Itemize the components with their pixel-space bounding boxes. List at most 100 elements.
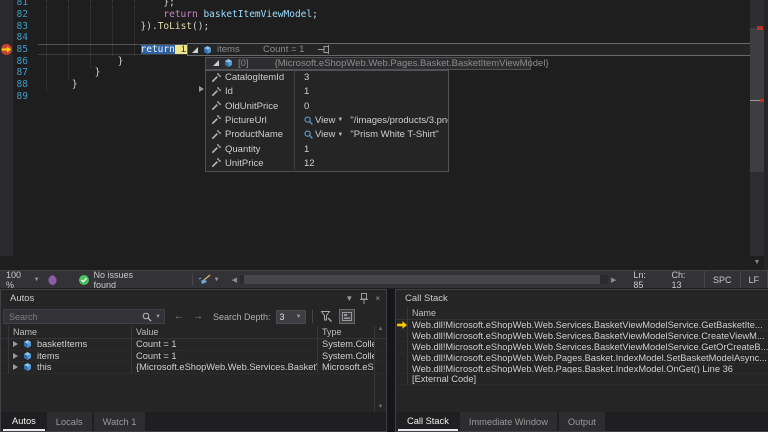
- editor-vertical-scrollbar[interactable]: [750, 0, 764, 256]
- filter-icon[interactable]: [319, 309, 335, 324]
- spaces-indicator[interactable]: SPC: [704, 271, 740, 288]
- tab-output[interactable]: Output: [559, 412, 605, 431]
- hscroll-right-arrow[interactable]: ▶: [611, 276, 616, 284]
- code-cleanup-icon[interactable]: [198, 274, 211, 285]
- code-line-82[interactable]: 82 return basketItemViewModel;: [0, 9, 746, 21]
- view-button[interactable]: View▼: [304, 115, 345, 126]
- autos-scrollbar-down[interactable]: ▼: [378, 404, 384, 410]
- tab-call-stack[interactable]: Call Stack: [398, 412, 458, 431]
- property-wrench-icon: [211, 87, 221, 97]
- search-caret-icon[interactable]: ▼: [155, 314, 161, 320]
- datatip-root-row[interactable]: items Count = 1: [187, 43, 753, 56]
- callstack-column-headers[interactable]: Name Lang ▲: [396, 307, 768, 320]
- datatip-property-row[interactable]: Id1: [206, 85, 448, 99]
- code-line-81[interactable]: 81 };: [0, 0, 746, 9]
- expander-closed-icon[interactable]: [199, 86, 204, 92]
- datatip-property-row[interactable]: CatalogItemId3: [206, 71, 448, 85]
- search-icon[interactable]: [142, 312, 152, 322]
- property-value-cell: 12: [294, 156, 448, 170]
- hscroll-left-arrow[interactable]: ◀: [232, 276, 237, 284]
- health-indicator-icon[interactable]: [48, 275, 57, 285]
- variable-name-cell[interactable]: basketItems: [9, 339, 131, 350]
- code-text[interactable]: }: [49, 79, 78, 90]
- code-text[interactable]: return basketItemViewModel;: [49, 9, 318, 20]
- variable-value[interactable]: Count = 1: [131, 351, 317, 362]
- code-text[interactable]: }).ToList();: [49, 21, 209, 32]
- autos-vertical-scrollbar[interactable]: ▼: [374, 374, 386, 413]
- variable-value[interactable]: {Microsoft.eShopWeb.Web.Services.BasketV…: [131, 362, 317, 373]
- editor-horizontal-scrollbar[interactable]: ◀ ▶: [232, 275, 617, 284]
- hscroll-thumb[interactable]: [244, 275, 600, 284]
- code-text[interactable]: }: [49, 56, 123, 67]
- code-editor[interactable]: 81 };82 return basketItemViewModel;83 })…: [0, 0, 768, 270]
- format-specifier-toggle-icon[interactable]: [339, 309, 355, 324]
- view-caret-icon[interactable]: ▼: [337, 117, 343, 123]
- variable-name-cell[interactable]: items: [9, 351, 131, 362]
- callstack-frame-row[interactable]: [External Code]: [396, 374, 768, 385]
- code-segment: }: [72, 79, 78, 90]
- variable-value[interactable]: Count = 1: [131, 339, 317, 350]
- datatip-property-row[interactable]: Quantity1: [206, 142, 448, 156]
- column-header-name[interactable]: Name: [408, 307, 768, 319]
- callstack-frame-row[interactable]: Web.dll!Microsoft.eShopWeb.Web.Services.…: [396, 331, 768, 342]
- frame-gutter: [396, 331, 408, 341]
- search-prev-icon[interactable]: ←: [174, 311, 184, 322]
- datatip-property-row[interactable]: ProductNameView▼"Prism White T-Shirt": [206, 128, 448, 142]
- scrollbar-down-arrow[interactable]: ▼: [750, 257, 764, 268]
- tab-locals[interactable]: Locals: [47, 412, 92, 431]
- view-button[interactable]: View▼: [304, 129, 345, 140]
- autos-row[interactable]: itemsCount = 1System.Collec...: [1, 351, 386, 363]
- column-header-value[interactable]: Value: [131, 326, 317, 338]
- datatip-property-row[interactable]: PictureUrlView▼"/images/products/3.png": [206, 113, 448, 127]
- zoom-caret-icon[interactable]: ▼: [34, 277, 40, 283]
- code-line-84[interactable]: 84: [0, 32, 746, 44]
- datatip-property-row[interactable]: UnitPrice12: [206, 156, 448, 170]
- issues-status-text[interactable]: No issues found: [94, 270, 156, 290]
- line-indicator[interactable]: Ln: 85: [626, 270, 664, 290]
- tab-autos[interactable]: Autos: [3, 412, 45, 431]
- zoom-control[interactable]: 100 %: [6, 270, 31, 290]
- line-ending-indicator[interactable]: LF: [740, 271, 768, 288]
- code-line-83[interactable]: 83 }).ToList();: [0, 20, 746, 32]
- code-text[interactable]: };: [49, 0, 175, 8]
- code-segment: basketItemViewModel: [203, 9, 312, 20]
- autos-title-bar[interactable]: Autos ▼ ×: [1, 290, 386, 307]
- property-value-cell: 1: [294, 85, 448, 99]
- datatip-element-row[interactable]: [0] {Microsoft.eShopWeb.Web.Pages.Basket…: [205, 57, 531, 70]
- code-text[interactable]: }: [49, 67, 101, 78]
- code-cleanup-caret-icon[interactable]: ▼: [214, 277, 220, 283]
- callstack-title-bar[interactable]: Call Stack ▼ ×: [396, 290, 768, 307]
- pin-icon[interactable]: [318, 45, 330, 54]
- tab-watch-1[interactable]: Watch 1: [94, 412, 146, 431]
- view-caret-icon[interactable]: ▼: [337, 132, 343, 138]
- search-next-icon[interactable]: →: [193, 311, 203, 322]
- callstack-frame-row[interactable]: Web.dll!Microsoft.eShopWeb.Web.Services.…: [396, 320, 768, 331]
- column-header-type[interactable]: Type: [317, 326, 374, 338]
- autos-column-headers[interactable]: Name Value Type ▲: [1, 326, 386, 339]
- callstack-frame-row[interactable]: Web.dll!Microsoft.eShopWeb.Web.Pages.Bas…: [396, 364, 768, 375]
- tab-immediate-window[interactable]: Immediate Window: [460, 412, 557, 431]
- callstack-frame-row[interactable]: Web.dll!Microsoft.eShopWeb.Web.Services.…: [396, 342, 768, 353]
- autos-row[interactable]: basketItemsCount = 1System.Collec...: [1, 339, 386, 351]
- expander-open-icon[interactable]: [213, 60, 219, 66]
- breakpoint-current-statement-icon[interactable]: [1, 44, 12, 55]
- column-indicator[interactable]: Ch: 13: [664, 270, 704, 290]
- column-header-name[interactable]: Name: [9, 326, 131, 338]
- search-input[interactable]: Search ▼: [3, 309, 165, 324]
- datatip-property-row[interactable]: OldUnitPrice0: [206, 99, 448, 113]
- callstack-frame-row[interactable]: Web.dll!Microsoft.eShopWeb.Web.Pages.Bas…: [396, 353, 768, 364]
- expander-closed-icon[interactable]: [13, 353, 18, 359]
- window-menu-icon[interactable]: ▼: [345, 294, 353, 303]
- autos-row[interactable]: this{Microsoft.eShopWeb.Web.Services.Bas…: [1, 362, 386, 374]
- object-icon: [22, 362, 33, 372]
- pin-icon[interactable]: [360, 293, 368, 304]
- property-value-cell: 3: [294, 71, 448, 85]
- expander-closed-icon[interactable]: [13, 341, 18, 347]
- search-depth-dropdown[interactable]: 3 ▼: [276, 310, 306, 324]
- autos-scrollbar-up[interactable]: ▲: [374, 326, 386, 338]
- variable-name-cell[interactable]: this: [9, 362, 131, 373]
- expander-open-icon[interactable]: [192, 47, 198, 53]
- hscroll-track[interactable]: [240, 275, 608, 284]
- expander-closed-icon[interactable]: [13, 364, 18, 370]
- close-icon[interactable]: ×: [375, 294, 380, 303]
